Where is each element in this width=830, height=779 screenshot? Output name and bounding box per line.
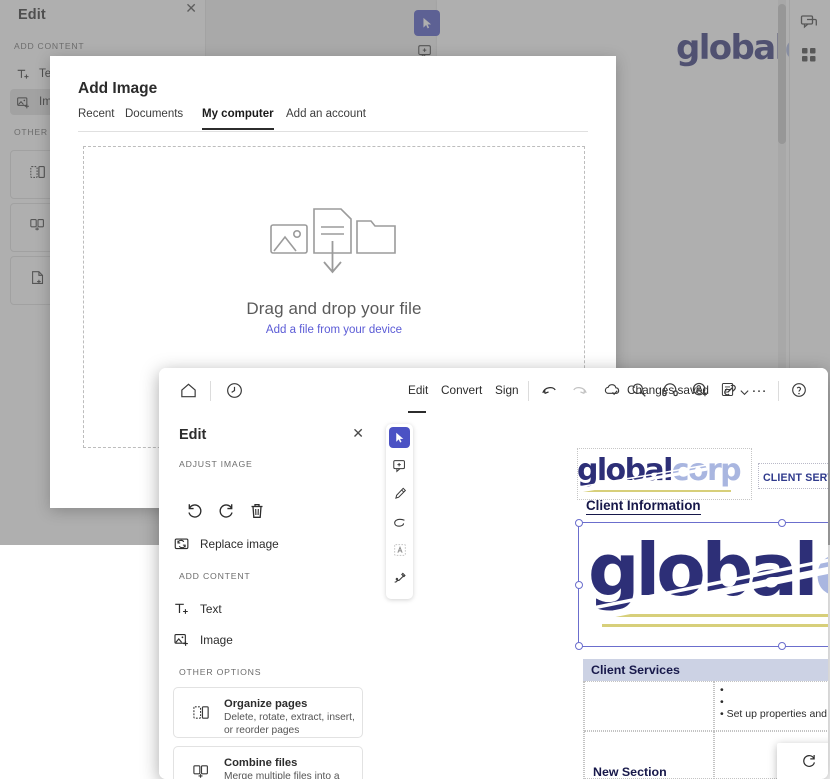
redo-icon[interactable]	[570, 381, 589, 405]
table-cell	[584, 681, 714, 731]
section-heading-client-information: Client Information	[586, 498, 701, 515]
table-cell	[714, 681, 828, 731]
agreement-title: CLIENT SERVICES AGREEMENT	[763, 472, 828, 484]
dropzone-content: Drag and drop your file Add a file from …	[84, 203, 584, 336]
document-download-icon	[313, 208, 352, 274]
image-selection-box[interactable]	[575, 519, 828, 650]
undo-icon[interactable]	[540, 381, 559, 405]
add-file-link[interactable]: Add a file from your device	[266, 324, 402, 336]
chevron-down-icon[interactable]	[739, 385, 750, 403]
dropzone-title: Drag and drop your file	[246, 299, 422, 318]
dropzone-illustration	[270, 208, 396, 274]
tab-recent[interactable]: Recent	[78, 108, 114, 128]
table-header-row-fill	[713, 659, 828, 681]
recent-clock-icon[interactable]	[225, 381, 244, 405]
section-add-content: ADD CONTENT	[179, 571, 251, 581]
home-icon[interactable]	[179, 381, 198, 405]
app-toolbar: Edit Convert Sign Changes saved …	[159, 368, 828, 416]
add-text-icon	[175, 603, 188, 614]
tool-text-select[interactable]	[389, 539, 410, 560]
freeform-draw-icon	[393, 518, 405, 527]
annotation-toolbar	[386, 424, 413, 599]
tab-add-an-account[interactable]: Add an account	[286, 108, 366, 128]
replace-image-icon	[174, 538, 189, 550]
replace-image-button[interactable]: Replace image	[173, 532, 279, 556]
table-header-label: Client Services	[591, 663, 680, 677]
rotate-right-icon[interactable]	[216, 501, 236, 526]
document-logo-small: globalcorp	[577, 453, 742, 493]
menu-edit-active-indicator	[408, 411, 426, 413]
search-icon[interactable]	[630, 381, 648, 404]
image-context-menu: Select all	[777, 743, 828, 779]
card-combine-files-title: Combine files	[224, 757, 298, 769]
tool-cursor-select[interactable]	[389, 427, 410, 448]
tool-add-comment[interactable]	[389, 455, 410, 476]
add-image-icon	[174, 634, 188, 646]
tool-freeform-draw[interactable]	[389, 511, 410, 532]
section-adjust-image: ADJUST IMAGE	[179, 459, 253, 469]
dialog-title: Add Image	[78, 80, 158, 97]
resize-handle-nw[interactable]	[575, 519, 583, 527]
combine-files-icon	[192, 762, 211, 779]
add-image-button[interactable]: Image	[173, 628, 233, 652]
card-combine-files[interactable]: Combine files Merge multiple files into …	[173, 746, 363, 779]
resize-handle-n[interactable]	[778, 519, 786, 527]
card-organize-pages[interactable]: Organize pages Delete, rotate, extract, …	[173, 687, 363, 738]
resize-handle-w[interactable]	[575, 581, 583, 589]
text-select-icon	[393, 543, 406, 556]
card-organize-pages-title: Organize pages	[224, 698, 308, 710]
resize-handle-sw[interactable]	[575, 642, 583, 650]
folder-icon	[356, 220, 396, 254]
more-options-icon[interactable]: …	[751, 379, 768, 397]
logo-slash	[578, 464, 708, 493]
menu-edit[interactable]: Edit	[408, 383, 428, 397]
bullet-hidden-1: •	[720, 684, 724, 696]
replace-image-label: Replace image	[200, 537, 279, 551]
bullet-set-up-properties: • Set up properties and processes	[720, 708, 828, 720]
table-header-client-services: Client Services	[583, 659, 713, 681]
edit-panel: Edit ✕ ADJUST IMAGE Replace image ADD CO…	[159, 415, 379, 779]
tab-documents[interactable]: Documents	[125, 108, 183, 128]
cloud-check-icon	[603, 381, 622, 405]
dialog-tabs-divider	[78, 131, 588, 132]
add-comment-icon	[392, 459, 405, 472]
cursor-select-icon	[395, 432, 403, 442]
highlighter-icon	[394, 487, 406, 499]
menu-sign[interactable]: Sign	[495, 383, 519, 397]
resize-handle-s[interactable]	[778, 642, 786, 650]
toolbar-divider-3	[778, 381, 779, 401]
bullet-set-up-properties-label: Set up properties and processes	[726, 708, 828, 720]
add-text-button[interactable]: Text	[173, 597, 222, 621]
app-window: Edit Convert Sign Changes saved … Edit ✕…	[159, 368, 828, 779]
close-icon[interactable]: ✕	[352, 425, 364, 442]
document-next-section-heading: New Section	[593, 765, 667, 779]
rotate-left-icon[interactable]	[185, 501, 205, 526]
add-image-label: Image	[200, 633, 233, 647]
tab-my-computer[interactable]: My computer	[202, 108, 274, 130]
edit-panel-title: Edit	[179, 427, 207, 443]
link-icon[interactable]	[721, 381, 739, 404]
tool-signature-pen[interactable]	[389, 567, 410, 588]
delete-icon[interactable]	[247, 501, 267, 526]
document-viewport: globalcorp CLIENT SERVICES AGREEMENT Cli…	[378, 415, 828, 779]
share-person-icon[interactable]	[691, 381, 709, 404]
context-menu-icon-row	[777, 743, 828, 779]
help-icon[interactable]	[790, 381, 808, 404]
add-text-label: Text	[200, 602, 222, 616]
toolbar-divider-1	[210, 381, 211, 401]
card-organize-pages-desc: Delete, rotate, extract, insert, or reor…	[224, 712, 355, 736]
tool-highlighter[interactable]	[389, 483, 410, 504]
section-other-options: OTHER OPTIONS	[179, 667, 262, 677]
headphones-icon[interactable]	[661, 381, 679, 404]
picture-icon	[270, 224, 308, 254]
card-combine-files-desc: Merge multiple files into a	[224, 771, 340, 779]
toolbar-divider-2	[528, 381, 529, 401]
signature-pen-icon	[394, 572, 406, 583]
menu-convert[interactable]: Convert	[441, 383, 482, 397]
bullet-hidden-2: •	[720, 696, 724, 708]
rotate-right-icon[interactable]	[800, 752, 818, 775]
organize-pages-icon	[192, 703, 211, 727]
